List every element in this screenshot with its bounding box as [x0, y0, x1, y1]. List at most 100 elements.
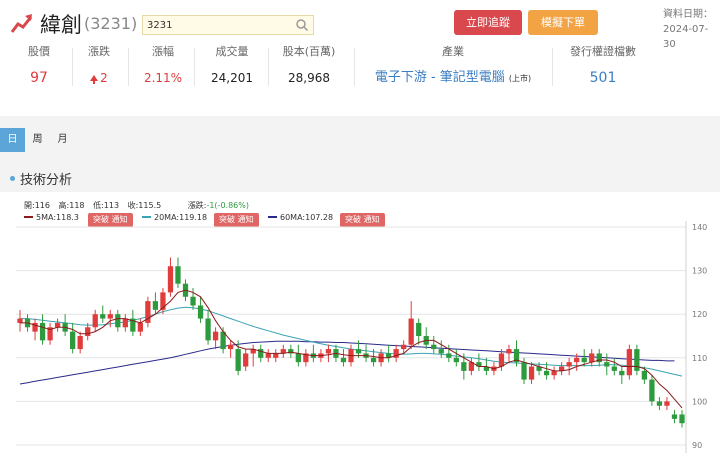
simulate-order-button[interactable]: 模擬下單: [528, 10, 598, 35]
tab-daily[interactable]: 日: [0, 128, 25, 152]
track-button[interactable]: 立即追蹤: [454, 10, 522, 35]
candle-body: [528, 366, 535, 380]
candle-body: [273, 353, 279, 358]
candle-body: [243, 353, 249, 367]
period-band: [0, 116, 720, 164]
volume-value: 24,201: [211, 71, 253, 85]
industry-market: (上市): [508, 74, 532, 83]
section-title: 技術分析: [20, 173, 73, 188]
y-tick-label: 100: [692, 397, 707, 406]
stat-volume: 成交量 24,201: [204, 44, 260, 90]
capital-label: 股本(百萬): [282, 45, 336, 58]
industry-link[interactable]: 電子下游 - 筆記型電腦 (上市): [362, 70, 544, 87]
candle-body: [325, 349, 332, 354]
candlestick-chart[interactable]: 140 130 120 110 100 90: [0, 192, 720, 460]
candle-body: [543, 370, 550, 376]
candle-body: [581, 357, 587, 363]
stock-header: 緯創 (3231) 立即追蹤 模擬下單 資料日期： 2024-07-30: [0, 0, 720, 50]
candle-body: [626, 349, 632, 376]
candle-body: [401, 344, 407, 350]
capital-value: 28,968: [288, 71, 330, 85]
divider: [268, 48, 269, 86]
candle-body: [649, 379, 655, 402]
divider: [194, 48, 195, 86]
candle-body: [355, 349, 362, 354]
stock-search-box[interactable]: [142, 15, 314, 35]
tab-monthly[interactable]: 月: [50, 128, 75, 152]
candle-body: [92, 314, 98, 328]
arrow-up-icon: [90, 75, 99, 84]
data-date-label: 資料日期：: [663, 9, 713, 20]
industry-value[interactable]: 電子下游 - 筆記型電腦: [375, 70, 505, 85]
change-label: 漲跌: [88, 45, 110, 58]
search-icon[interactable]: [295, 18, 309, 32]
candle-body: [574, 357, 580, 363]
candle-body: [611, 366, 617, 371]
candle-body: [17, 318, 23, 323]
candle-body: [498, 353, 505, 367]
candle-body: [340, 357, 347, 363]
candle-body: [205, 318, 211, 341]
stat-warrants: 發行權證檔數 501: [562, 44, 644, 90]
candle-body: [39, 322, 46, 341]
candle-body: [122, 318, 128, 328]
stat-change: 漲跌 2: [76, 44, 122, 90]
volume-label: 成交量: [215, 45, 249, 58]
candle-body: [619, 370, 625, 376]
pct-label: 漲幅: [152, 45, 174, 58]
candle-body: [295, 353, 301, 363]
candle-body: [438, 349, 444, 354]
candle-body: [679, 414, 685, 424]
candle-body: [100, 314, 106, 319]
candle-body: [634, 349, 640, 371]
candle-body: [85, 327, 91, 336]
candle-body: [265, 353, 271, 358]
change-value-wrap: 2: [76, 70, 122, 86]
candle-body: [235, 349, 241, 371]
stat-price: 股價 97: [14, 44, 64, 90]
divider: [128, 48, 129, 86]
candle-body: [506, 349, 512, 354]
candle-body: [453, 357, 459, 363]
candle-body: [152, 301, 159, 310]
y-tick-label: 90: [692, 441, 702, 450]
candle-body: [115, 314, 121, 328]
y-tick-label: 140: [692, 223, 707, 232]
candle-body: [107, 314, 113, 319]
change-value: 2: [100, 71, 108, 85]
candle-body: [446, 353, 452, 358]
warrants-label: 發行權證檔數: [570, 45, 636, 58]
candle-body: [521, 362, 527, 380]
stat-pct: 漲幅 2.11%: [138, 44, 188, 90]
candle-body: [54, 322, 61, 328]
candle-body: [370, 357, 377, 363]
candle-body: [167, 266, 174, 293]
candle-body: [671, 414, 678, 419]
candle-body: [212, 331, 219, 341]
candle-body: [77, 336, 83, 350]
candle-body: [431, 344, 437, 350]
candle-body: [190, 296, 196, 306]
pct-value: 2.11%: [143, 71, 183, 85]
y-tick-label: 120: [692, 310, 707, 319]
divider: [552, 48, 553, 86]
candle-body: [197, 305, 204, 319]
tab-weekly[interactable]: 周: [25, 128, 50, 152]
stock-stats-row: 股價 97 漲跌 2 漲幅 2.11% 成交量 24,201 股本(百萬) 28…: [0, 44, 720, 94]
warrants-value[interactable]: 501: [562, 70, 644, 86]
bullet-icon: [10, 176, 15, 181]
candle-body: [656, 401, 663, 406]
candle-body: [461, 362, 467, 371]
candle-body: [408, 318, 414, 345]
candle-body: [551, 370, 557, 376]
candle-body: [175, 266, 181, 284]
search-input[interactable]: [147, 17, 287, 33]
price-label: 股價: [28, 45, 50, 58]
candle-body: [604, 362, 610, 367]
stock-name: 緯創: [40, 13, 82, 37]
section-header: 技術分析: [0, 164, 720, 192]
stat-capital: 股本(百萬) 28,968: [276, 44, 342, 90]
industry-label: 產業: [442, 45, 464, 58]
candle-body: [664, 401, 670, 406]
candle-body: [228, 344, 234, 350]
